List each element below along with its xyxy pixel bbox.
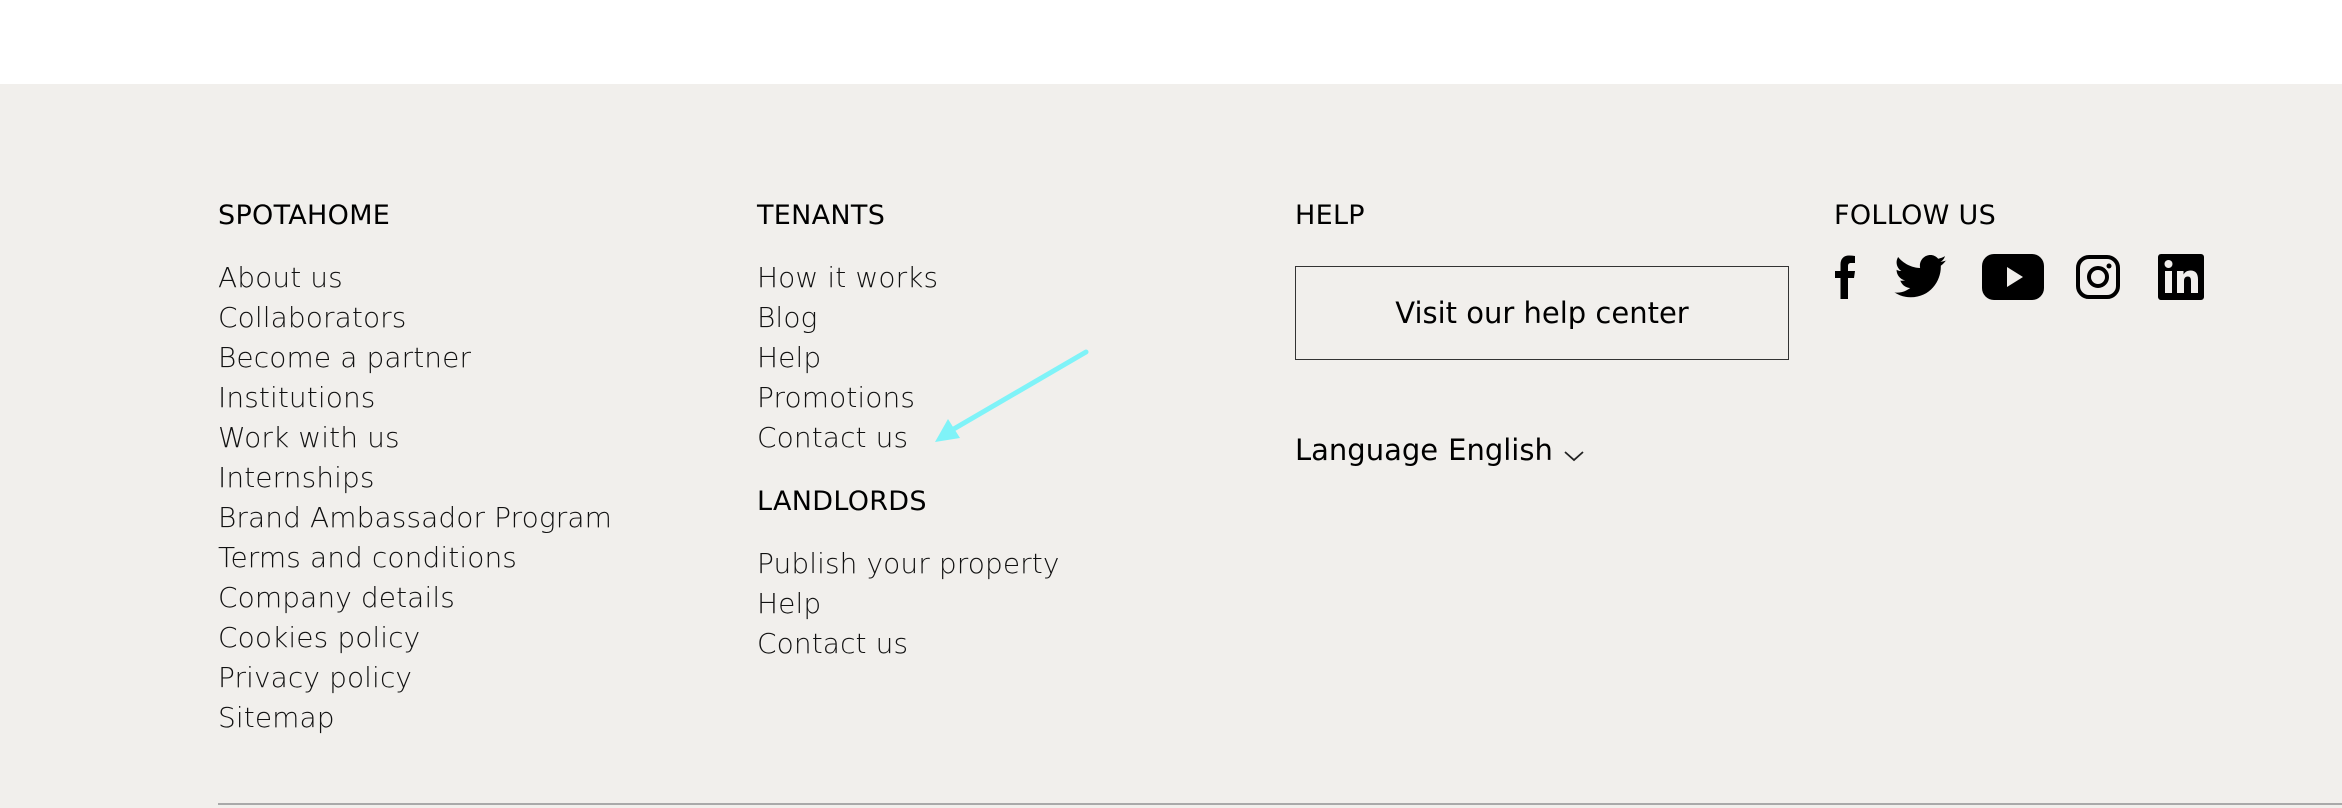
list-item: Contact us [757, 418, 1060, 458]
link-tenants-help[interactable]: Help [757, 341, 821, 374]
instagram-icon[interactable] [2076, 255, 2120, 299]
language-label: Language [1295, 433, 1439, 467]
chevron-down-icon [1563, 436, 1585, 470]
list-item: Terms and conditions [218, 538, 612, 578]
list-item: Become a partner [218, 338, 612, 378]
link-brand-ambassador-program[interactable]: Brand Ambassador Program [218, 501, 612, 534]
landlords-links: Publish your property Help Contact us [757, 544, 1060, 664]
link-internships[interactable]: Internships [218, 461, 375, 494]
list-item: Cookies policy [218, 618, 612, 658]
landlords-heading: LANDLORDS [757, 486, 927, 517]
footer-column-spotahome: SPOTAHOME About us Collaborators Become … [218, 198, 612, 738]
list-item: Internships [218, 458, 612, 498]
link-sitemap[interactable]: Sitemap [218, 701, 335, 734]
list-item: Privacy policy [218, 658, 612, 698]
link-privacy-policy[interactable]: Privacy policy [218, 661, 412, 694]
link-about-us[interactable]: About us [218, 261, 343, 294]
list-item: Company details [218, 578, 612, 618]
page-top-area [0, 0, 2342, 84]
list-item: Publish your property [757, 544, 1060, 584]
list-item: Promotions [757, 378, 1060, 418]
language-value: English [1448, 433, 1553, 467]
help-heading: HELP [1295, 200, 1365, 231]
footer-column-help: HELP Visit our help center Language Engl… [1295, 198, 1789, 470]
list-item: Sitemap [218, 698, 612, 738]
link-cookies-policy[interactable]: Cookies policy [218, 621, 420, 654]
link-work-with-us[interactable]: Work with us [218, 421, 400, 454]
visit-help-center-button[interactable]: Visit our help center [1295, 266, 1789, 360]
list-item: Work with us [218, 418, 612, 458]
follow-us-heading: FOLLOW US [1834, 200, 1997, 231]
link-tenants-contact-us[interactable]: Contact us [757, 421, 908, 454]
footer-column-tenants: TENANTS How it works Blog Help Promotion… [757, 198, 1060, 664]
link-collaborators[interactable]: Collaborators [218, 301, 406, 334]
language-selector[interactable]: Language English [1295, 430, 1789, 470]
link-blog[interactable]: Blog [757, 301, 817, 334]
list-item: Blog [757, 298, 1060, 338]
link-become-a-partner[interactable]: Become a partner [218, 341, 471, 374]
link-landlords-contact-us[interactable]: Contact us [757, 627, 908, 660]
facebook-icon[interactable] [1834, 254, 1856, 300]
footer-column-follow: FOLLOW US [1834, 198, 2204, 300]
youtube-icon[interactable] [1982, 254, 2044, 300]
list-item: Contact us [757, 624, 1060, 664]
link-landlords-help[interactable]: Help [757, 587, 821, 620]
link-institutions[interactable]: Institutions [218, 381, 376, 414]
linkedin-icon[interactable] [2158, 254, 2204, 300]
social-links [1834, 254, 2204, 300]
spotahome-links: About us Collaborators Become a partner … [218, 258, 612, 738]
footer-divider [218, 803, 2342, 805]
tenants-links: How it works Blog Help Promotions Contac… [757, 258, 1060, 458]
list-item: Help [757, 584, 1060, 624]
list-item: Help [757, 338, 1060, 378]
link-promotions[interactable]: Promotions [757, 381, 915, 414]
tenants-heading: TENANTS [757, 200, 886, 231]
list-item: Collaborators [218, 298, 612, 338]
list-item: How it works [757, 258, 1060, 298]
twitter-icon[interactable] [1894, 254, 1948, 300]
link-terms-and-conditions[interactable]: Terms and conditions [218, 541, 517, 574]
link-company-details[interactable]: Company details [218, 581, 455, 614]
list-item: Brand Ambassador Program [218, 498, 612, 538]
spotahome-heading: SPOTAHOME [218, 200, 391, 231]
link-publish-your-property[interactable]: Publish your property [757, 547, 1060, 580]
list-item: About us [218, 258, 612, 298]
link-how-it-works[interactable]: How it works [757, 261, 938, 294]
list-item: Institutions [218, 378, 612, 418]
